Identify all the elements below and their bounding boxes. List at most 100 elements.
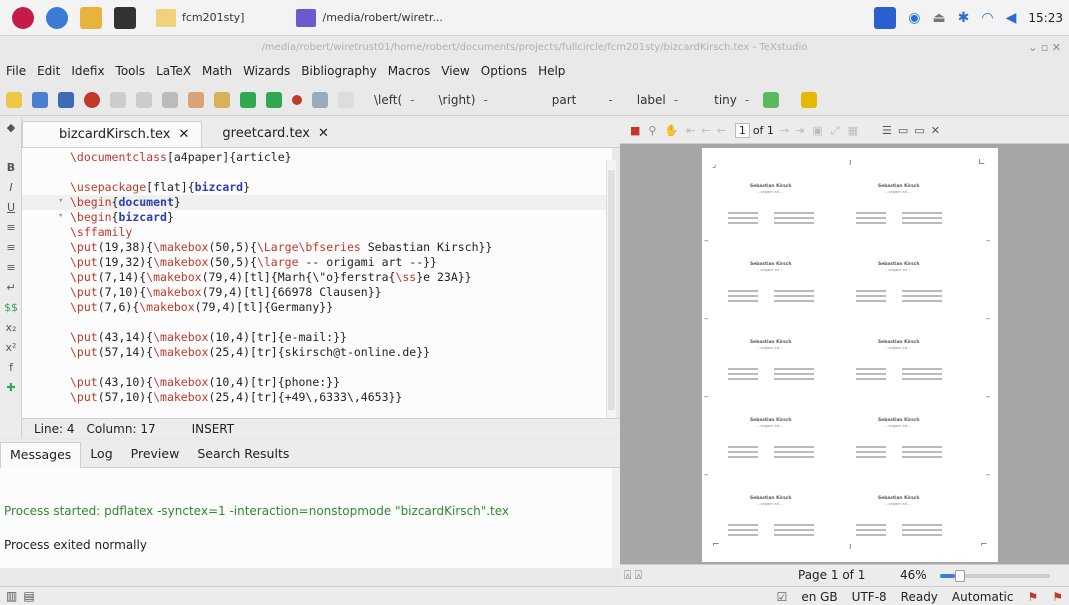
fold-icon[interactable]: ▾ — [58, 196, 63, 206]
wifi-icon[interactable]: ◠ — [981, 10, 993, 26]
zoom-icon[interactable]: ⤢ — [831, 124, 840, 138]
math-icon[interactable]: $$ — [0, 298, 22, 318]
compile-icon[interactable] — [266, 91, 282, 108]
newline-icon[interactable]: ↵ — [0, 278, 22, 298]
fraction-icon[interactable]: f — [0, 358, 22, 378]
clock[interactable]: 15:23 — [1028, 11, 1063, 25]
font-size-combo[interactable]: tiny - — [714, 93, 749, 107]
menu-macros[interactable]: Macros — [388, 64, 431, 78]
zoom-level[interactable]: 46% — [900, 568, 927, 582]
grid-icon[interactable]: ▦ — [848, 124, 858, 137]
code-line[interactable] — [22, 165, 612, 180]
zoom-slider[interactable] — [940, 570, 1050, 582]
eject-icon[interactable]: ⏏ — [932, 10, 945, 26]
taskbar-item-folder[interactable]: fcm201sty] — [150, 5, 250, 31]
save-icon[interactable] — [58, 91, 74, 108]
symbol-icon[interactable]: ✚ — [0, 378, 22, 398]
code-line[interactable]: \usepackage[flat]{bizcard} — [22, 180, 612, 195]
tab-preview[interactable]: Preview — [122, 442, 189, 466]
previous-page-icon[interactable]: ← — [701, 124, 710, 137]
paste-icon[interactable] — [214, 91, 230, 108]
terminal-icon[interactable] — [114, 6, 136, 29]
raspberry-menu-icon[interactable] — [12, 6, 34, 29]
tab-search-results[interactable]: Search Results — [188, 442, 298, 466]
update-icon[interactable]: ◉ — [908, 10, 920, 26]
window-icon[interactable]: ▭ — [914, 124, 924, 137]
tab-greetcard[interactable]: greetcard.tex ✕ — [202, 121, 341, 147]
underline-icon[interactable]: U — [0, 198, 22, 218]
code-line[interactable]: \put(57,10){\makebox(25,4)[tr]{+49\,6333… — [22, 390, 612, 405]
section-combo[interactable]: part — [552, 93, 577, 107]
bookmark-icon[interactable]: ■ — [630, 124, 640, 137]
open-file-icon[interactable] — [32, 91, 48, 108]
italic-icon[interactable]: I — [0, 178, 22, 198]
reference-combo[interactable]: label - — [637, 93, 678, 107]
menu-help[interactable]: Help — [538, 64, 565, 78]
code-line[interactable]: \put(7,14){\makebox(79,4)[tl]{Marh{\"o}f… — [22, 270, 612, 285]
undo-icon[interactable] — [110, 91, 126, 108]
split-icon[interactable]: ▭ — [898, 124, 908, 137]
align-right-icon[interactable]: ≡ — [0, 258, 22, 278]
menu-bibliography[interactable]: Bibliography — [301, 64, 376, 78]
structure-toggle-icon[interactable]: ▥ — [6, 589, 17, 603]
right-delimiter-combo[interactable]: \right) - — [439, 93, 488, 107]
menu-idefix[interactable]: Idefix — [71, 64, 104, 78]
code-line[interactable]: \begin{document} — [22, 195, 612, 210]
back-icon[interactable]: ← — [717, 124, 726, 137]
code-line[interactable]: \sffamily — [22, 225, 612, 240]
compile-mode[interactable]: Automatic — [952, 590, 1014, 604]
menu-math[interactable]: Math — [202, 64, 232, 78]
code-line[interactable]: \begin{bizcard} — [22, 210, 612, 225]
close-icon[interactable]: ✕ — [318, 126, 329, 141]
last-page-icon[interactable]: ⇥ — [795, 124, 804, 137]
code-line[interactable]: \put(43,10){\makebox(10,4)[tr]{phone:}} — [22, 375, 612, 390]
pdf-tools-icon[interactable]: ⍓ ⍓ — [624, 568, 642, 583]
redo-icon[interactable] — [136, 91, 152, 108]
messages-toggle-icon[interactable]: ▤ — [23, 589, 34, 603]
taskbar-item-texstudio[interactable]: /media/robert/wiretr... — [290, 5, 448, 31]
page-number-input[interactable]: 1 — [734, 123, 750, 138]
menu-icon[interactable]: ☰ — [882, 124, 892, 137]
bold-icon[interactable]: B — [0, 158, 22, 178]
error-icon[interactable]: ⚑ — [1027, 590, 1038, 604]
subscript-icon[interactable]: x₂ — [0, 318, 22, 338]
section-dropdown[interactable]: - — [600, 93, 612, 107]
bluetooth-icon[interactable]: ✱ — [958, 10, 970, 26]
warning-icon[interactable] — [801, 91, 818, 108]
menu-view[interactable]: View — [441, 64, 469, 78]
close-file-icon[interactable] — [84, 91, 100, 108]
language-selector[interactable]: en GB — [801, 590, 837, 604]
pdf-page[interactable]: ⌟ ı ∟ ⌐ ı ⌐ Sebastian Kirsch -- origami a… — [702, 148, 998, 562]
code-line[interactable]: \put(57,14){\makebox(25,4)[tr]{skirsch@t… — [22, 345, 612, 360]
first-page-icon[interactable]: ⇤ — [686, 124, 695, 137]
volume-icon[interactable]: ◀ — [1006, 10, 1017, 26]
table-icon[interactable] — [763, 91, 780, 108]
zoom-slider-handle[interactable] — [955, 570, 966, 582]
menu-wizards[interactable]: Wizards — [243, 64, 290, 78]
editor-scrollbar[interactable] — [606, 160, 616, 422]
code-editor[interactable]: \documentclass[a4paper]{article} \usepack… — [22, 148, 612, 418]
build-view-icon[interactable] — [240, 91, 256, 108]
file-manager-icon[interactable] — [80, 6, 102, 29]
close-icon[interactable]: ✕ — [931, 124, 940, 137]
bookmark-icon[interactable]: ◆ — [0, 118, 22, 138]
log-icon[interactable] — [338, 91, 354, 108]
copy-icon[interactable] — [162, 91, 178, 108]
code-line[interactable]: \put(43,14){\makebox(10,4)[tr]{e-mail:}} — [22, 330, 612, 345]
view-pdf-icon[interactable] — [312, 91, 328, 108]
code-line[interactable] — [22, 315, 612, 330]
code-line[interactable]: \put(19,38){\makebox(50,5){\Large\bfseri… — [22, 240, 612, 255]
new-file-icon[interactable] — [6, 91, 22, 108]
code-line[interactable] — [22, 360, 612, 375]
warning-count-icon[interactable]: ⚑ — [1052, 590, 1063, 604]
scrollbar-thumb[interactable] — [608, 170, 615, 410]
cut-icon[interactable] — [188, 91, 204, 108]
spellcheck-icon[interactable]: ☑ — [777, 590, 788, 604]
browser-icon[interactable] — [46, 6, 68, 29]
hand-icon[interactable]: ✋ — [664, 124, 678, 137]
menu-options[interactable]: Options — [481, 64, 527, 78]
menu-edit[interactable]: Edit — [37, 64, 60, 78]
align-left-icon[interactable]: ≡ — [0, 218, 22, 238]
stop-icon[interactable] — [292, 94, 302, 105]
app-indicator-icon[interactable] — [874, 7, 897, 29]
